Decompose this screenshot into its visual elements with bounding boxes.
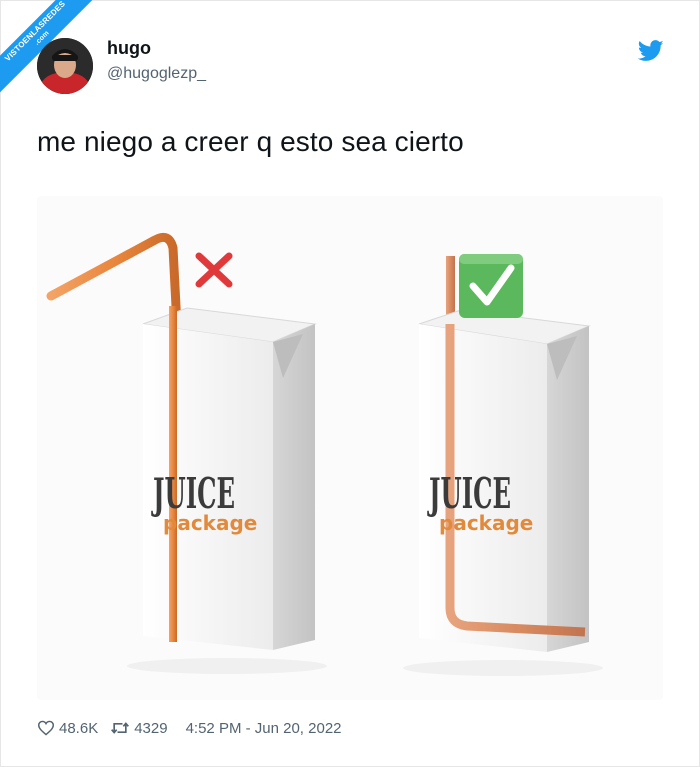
tweet-timestamp[interactable]: 4:52 PM - Jun 20, 2022	[186, 720, 342, 737]
left-box-sub: package	[163, 511, 257, 535]
right-box-sub: package	[439, 511, 533, 535]
twitter-bird-icon[interactable]	[638, 40, 664, 62]
tweet-media[interactable]: JUICE package JUICE package	[37, 196, 663, 700]
retweet-stat[interactable]: 4329	[110, 719, 168, 737]
tweet-card: VISTOENLASREDES .com hugo @hugoglezp_ me…	[0, 0, 700, 767]
display-name[interactable]: hugo	[107, 38, 151, 59]
retweet-count: 4329	[134, 719, 168, 737]
juice-box-comparison-image: JUICE package JUICE package	[37, 196, 663, 700]
heart-icon[interactable]	[37, 720, 55, 736]
tweet-footer: 48.6K 4329 4:52 PM - Jun 20, 2022	[37, 718, 342, 738]
avatar[interactable]	[37, 38, 93, 94]
user-handle[interactable]: @hugoglezp_	[107, 65, 206, 83]
retweet-icon[interactable]	[110, 720, 130, 736]
check-icon	[459, 254, 523, 318]
tweet-text: me niego a creer q esto sea cierto	[37, 126, 464, 157]
like-stat[interactable]: 48.6K	[37, 720, 98, 737]
like-count: 48.6K	[59, 719, 99, 737]
avatar-image	[37, 38, 93, 94]
